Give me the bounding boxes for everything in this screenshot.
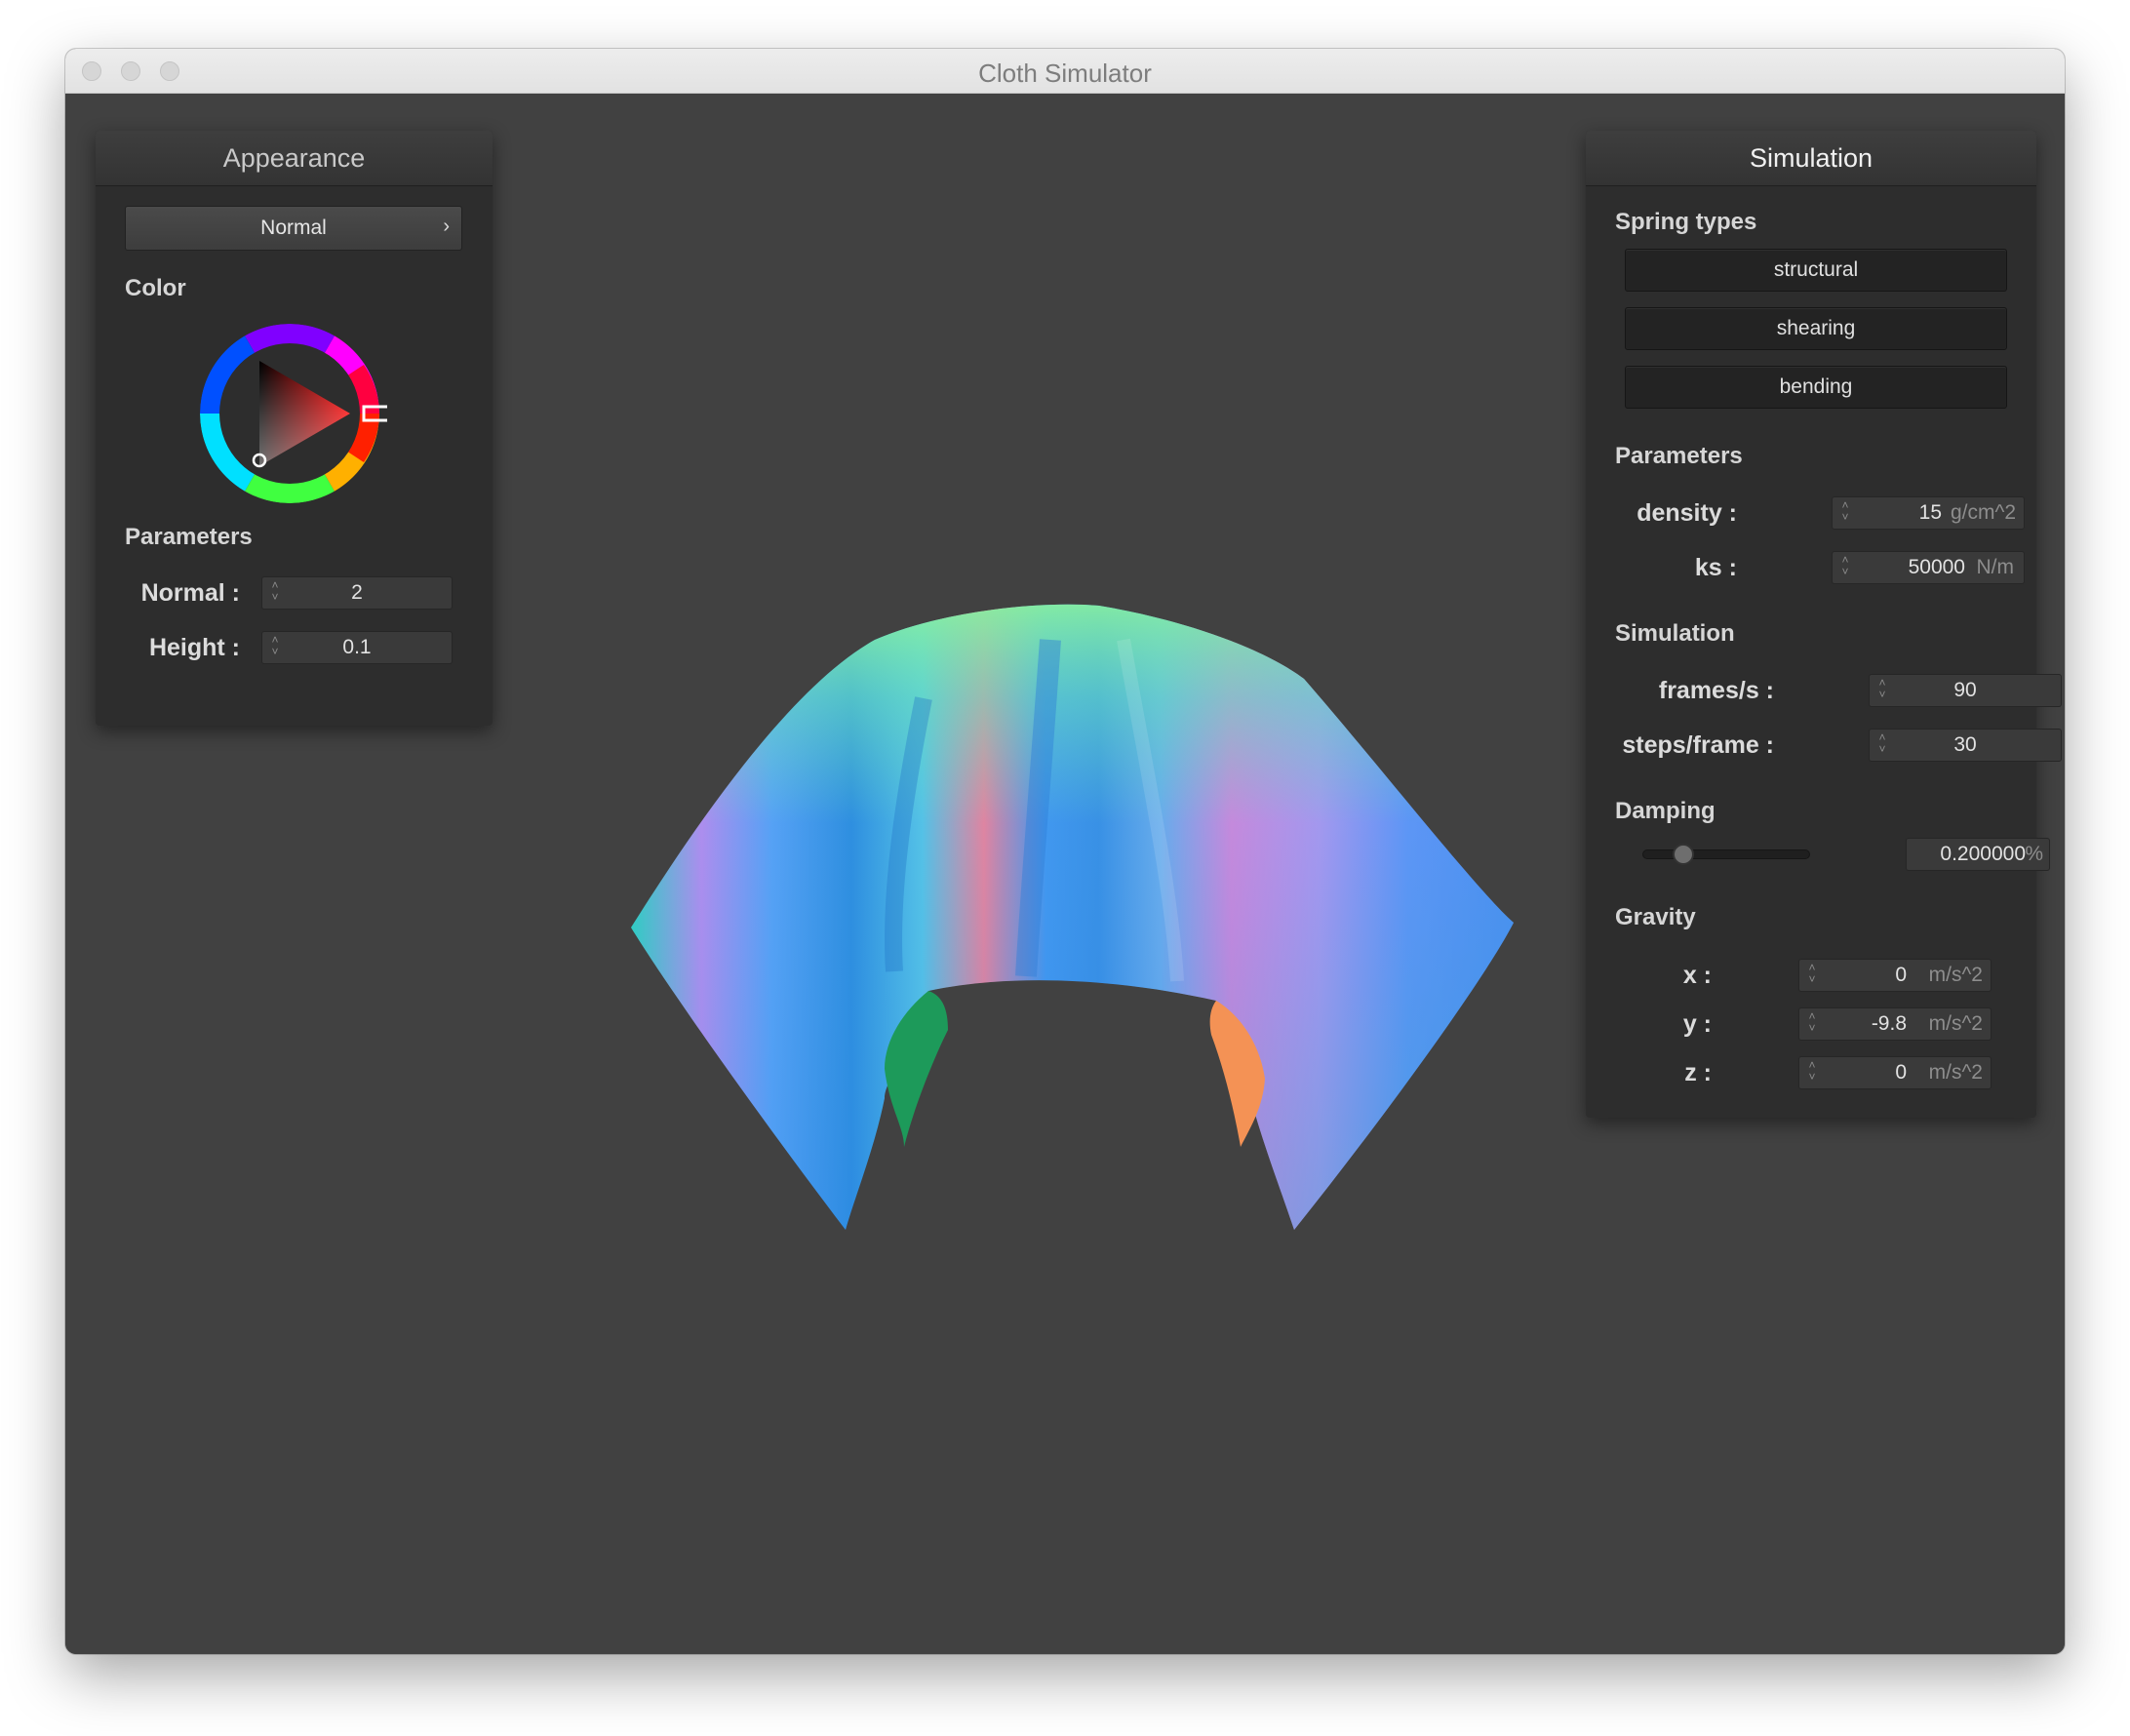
stepper-icon[interactable]: ˄ ˅	[1838, 554, 1852, 577]
ks-value: 50000	[1908, 556, 1965, 578]
gravity-z-unit: m/s^2	[1928, 1061, 1983, 1084]
appearance-panel-title[interactable]: Appearance	[96, 131, 493, 186]
gravity-y-unit: m/s^2	[1928, 1012, 1983, 1035]
window-title: Cloth Simulator	[978, 59, 1152, 88]
title-bar[interactable]: Cloth Simulator	[65, 49, 2065, 94]
gravity-z-input[interactable]: ˄ ˅ 0 m/s^2	[1798, 1056, 1992, 1089]
spring-types-label: Spring types	[1615, 209, 1757, 235]
appearance-params-label: Parameters	[125, 524, 253, 550]
damping-unit: %	[2025, 843, 2043, 865]
gravity-y-label: y :	[1682, 1010, 1712, 1038]
density-value: 15	[1918, 501, 1942, 524]
shearing-button[interactable]: shearing	[1625, 307, 2007, 350]
stepper-icon[interactable]: ˄ ˅	[1838, 499, 1852, 523]
density-input[interactable]: ˄ ˅ 15 g/cm^2	[1832, 496, 2025, 530]
bending-button[interactable]: bending	[1625, 366, 2007, 409]
gravity-z-value: 0	[1895, 1061, 1907, 1084]
gravity-x-label: x :	[1682, 962, 1712, 989]
render-viewport[interactable]: Appearance Normal › Color Parameters Nor…	[65, 94, 2065, 1654]
density-unit: g/cm^2	[1950, 501, 2016, 524]
app-window: Cloth Simulator Appearance Normal › Colo…	[65, 49, 2065, 1654]
normal-label: Normal :	[140, 579, 240, 607]
gravity-y-input[interactable]: ˄ ˅ -9.8 m/s^2	[1798, 1007, 1992, 1041]
steps-label: steps/frame :	[1622, 731, 1774, 759]
appearance-normal-row	[96, 98, 493, 99]
sim-section-label: Simulation	[1615, 620, 1735, 647]
simulation-panel: Simulation Spring types structural shear…	[1586, 131, 2062, 1118]
density-label: density :	[1637, 499, 1737, 527]
gravity-x-value: 0	[1895, 964, 1907, 986]
ks-input[interactable]: ˄ ˅ 50000 N/m	[1832, 551, 2025, 584]
stepper-icon[interactable]: ˄ ˅	[1805, 1010, 1819, 1034]
ks-label: ks :	[1694, 554, 1737, 581]
fps-label: frames/s :	[1658, 677, 1774, 704]
steps-value: 30	[1953, 733, 1977, 756]
height-label: Height :	[148, 634, 240, 661]
stepper-icon[interactable]: ˄ ˅	[1805, 1059, 1819, 1083]
shader-select-value: Normal	[260, 217, 327, 239]
structural-button[interactable]: structural	[1625, 249, 2007, 292]
appearance-panel: Appearance Normal › Color Parameters Nor…	[96, 131, 493, 726]
gravity-x-input[interactable]: ˄ ˅ 0 m/s^2	[1798, 959, 1992, 992]
damping-slider-knob[interactable]	[1673, 844, 1694, 865]
gravity-x-unit: m/s^2	[1928, 964, 1983, 986]
gravity-z-label: z :	[1684, 1059, 1712, 1086]
appearance-params-block	[96, 552, 493, 553]
sim-parameters-label: Parameters	[1615, 443, 1743, 469]
color-wheel[interactable]	[192, 316, 387, 511]
stepper-icon[interactable]: ˄ ˅	[1805, 962, 1819, 985]
normal-value: 2	[351, 581, 363, 604]
shader-select[interactable]: Normal ›	[125, 206, 462, 251]
damping-label: Damping	[1615, 798, 1716, 824]
damping-slider[interactable]	[1642, 844, 1810, 865]
color-section-label: Color	[125, 275, 186, 301]
ks-unit: N/m	[1976, 556, 2015, 578]
gravity-y-value: -9.8	[1871, 1012, 1907, 1035]
simulation-panel-title[interactable]: Simulation	[1586, 131, 2036, 186]
damping-value: 0.200000	[1940, 843, 2026, 865]
height-input[interactable]: ˄ ˅ 0.1	[261, 631, 453, 664]
chevron-right-icon: ›	[443, 216, 450, 237]
damping-input[interactable]: 0.200000 %	[1906, 838, 2050, 871]
normal-input[interactable]: ˄ ˅ 2	[261, 576, 453, 610]
fps-value: 90	[1953, 679, 1977, 701]
fps-input[interactable]: ˄ ˅ 90	[1869, 674, 2062, 707]
height-value: 0.1	[342, 636, 372, 658]
steps-input[interactable]: ˄ ˅ 30	[1869, 729, 2062, 762]
gravity-label: Gravity	[1615, 904, 1696, 930]
